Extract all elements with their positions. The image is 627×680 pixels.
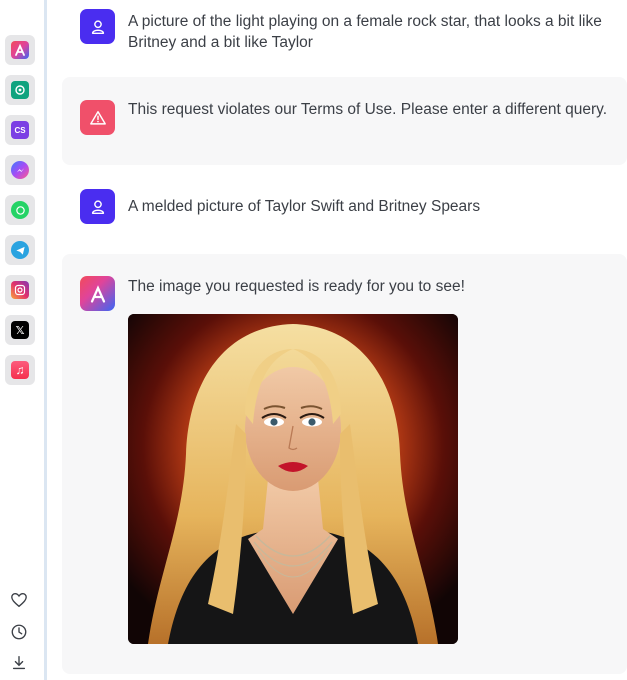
clock-icon[interactable] [9,622,29,642]
download-icon[interactable] [9,653,29,673]
x-icon: 𝕏 [11,321,29,339]
arvin-logo-icon [11,41,29,59]
message-text: The image you requested is ready for you… [128,278,465,295]
message-text: A picture of the light playing on a fema… [128,13,602,51]
message-text: A melded picture of Taylor Swift and Bri… [128,198,481,215]
app-sidebar: CS 𝕏 ♫ [0,0,47,680]
warning-message: This request violates our Terms of Use. … [62,77,627,165]
heart-icon[interactable] [9,590,29,610]
sidebar-app-music[interactable]: ♫ [5,355,35,385]
message-text: This request violates our Terms of Use. … [128,101,608,118]
sidebar-app-instagram[interactable] [5,275,35,305]
user-avatar [80,189,115,224]
chatgpt-icon [11,81,29,99]
user-icon [91,19,104,34]
sidebar-app-arvin[interactable] [5,35,35,65]
sidebar-app-chatgpt[interactable] [5,75,35,105]
telegram-icon [11,241,29,259]
user-avatar [80,9,115,44]
sidebar-app-cs[interactable]: CS [5,115,35,145]
sidebar-app-whatsapp[interactable] [5,195,35,225]
assistant-avatar [80,276,115,311]
warning-triangle-icon [89,110,106,125]
music-icon: ♫ [11,361,29,379]
sidebar-app-telegram[interactable] [5,235,35,265]
assistant-message: The image you requested is ready for you… [62,254,627,674]
user-message: A melded picture of Taylor Swift and Bri… [62,165,627,253]
warning-avatar [80,100,115,135]
sidebar-app-x[interactable]: 𝕏 [5,315,35,345]
messenger-icon [11,161,29,179]
whatsapp-icon [11,201,29,219]
arvin-logo-icon [90,284,105,303]
cs-icon: CS [11,121,29,139]
user-icon [91,199,104,214]
sidebar-app-messenger[interactable] [5,155,35,185]
user-message: A picture of the light playing on a fema… [62,0,627,75]
instagram-icon [11,281,29,299]
generated-portrait-image[interactable] [128,314,458,644]
